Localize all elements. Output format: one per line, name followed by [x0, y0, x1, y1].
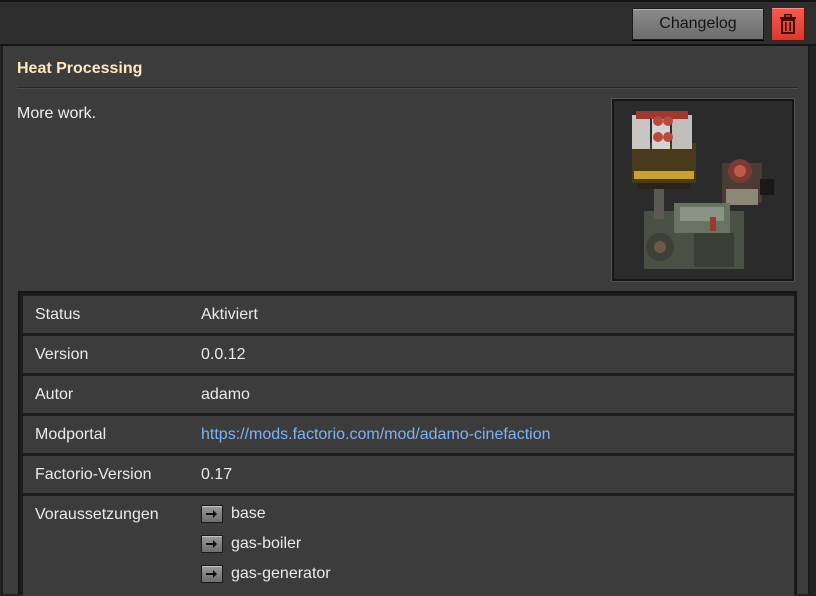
status-value: Aktiviert: [189, 296, 794, 333]
table-row-dependencies: Voraussetzungen base gas-boiler gas-gene…: [23, 496, 794, 596]
dependency-name: gas-boiler: [231, 535, 302, 552]
title-divider: [17, 87, 798, 89]
dependency-item: gas-boiler: [201, 532, 301, 556]
factorio-version-value: 0.17: [189, 456, 794, 493]
mod-description: More work.: [17, 105, 97, 122]
dependency-name: gas-generator: [231, 565, 331, 582]
table-row-status: Status Aktiviert: [23, 296, 794, 333]
arrow-right-icon: [206, 540, 217, 548]
top-toolbar: Changelog: [0, 0, 816, 46]
dependency-gas-boiler-button[interactable]: [201, 535, 223, 553]
modportal-cell: https://mods.factorio.com/mod/adamo-cine…: [189, 416, 794, 453]
trash-icon: [780, 14, 796, 34]
row-label: Voraussetzungen: [23, 496, 185, 596]
dependencies-cell: base gas-boiler gas-generator: [189, 496, 794, 596]
row-label: Autor: [23, 376, 185, 413]
row-label: Modportal: [23, 416, 185, 453]
table-row-version: Version 0.0.12: [23, 336, 794, 373]
table-row-modportal: Modportal https://mods.factorio.com/mod/…: [23, 416, 794, 453]
row-label: Version: [23, 336, 185, 373]
dependency-gas-generator-button[interactable]: [201, 565, 223, 583]
arrow-right-icon: [206, 510, 217, 518]
mod-thumbnail: [612, 99, 794, 281]
dependency-item: gas-generator: [201, 562, 331, 586]
row-label: Status: [23, 296, 185, 333]
mod-info-table: Status Aktiviert Version 0.0.12 Autor ad…: [18, 291, 797, 596]
modportal-link[interactable]: https://mods.factorio.com/mod/adamo-cine…: [201, 426, 551, 443]
dependency-base-button[interactable]: [201, 505, 223, 523]
dependency-item: base: [201, 502, 266, 526]
version-value: 0.0.12: [189, 336, 794, 373]
table-row-factorio-version: Factorio-Version 0.17: [23, 456, 794, 493]
dependency-name: base: [231, 505, 266, 522]
mod-title: Heat Processing: [17, 60, 143, 77]
row-label: Factorio-Version: [23, 456, 185, 493]
author-value: adamo: [189, 376, 794, 413]
changelog-button[interactable]: Changelog: [632, 8, 764, 40]
mod-details-panel: Heat Processing More work. Status Aktivi…: [1, 46, 810, 596]
arrow-right-icon: [206, 570, 217, 578]
delete-mod-button[interactable]: [771, 7, 805, 41]
table-row-author: Autor adamo: [23, 376, 794, 413]
heat-processing-machines-image: [632, 111, 774, 269]
